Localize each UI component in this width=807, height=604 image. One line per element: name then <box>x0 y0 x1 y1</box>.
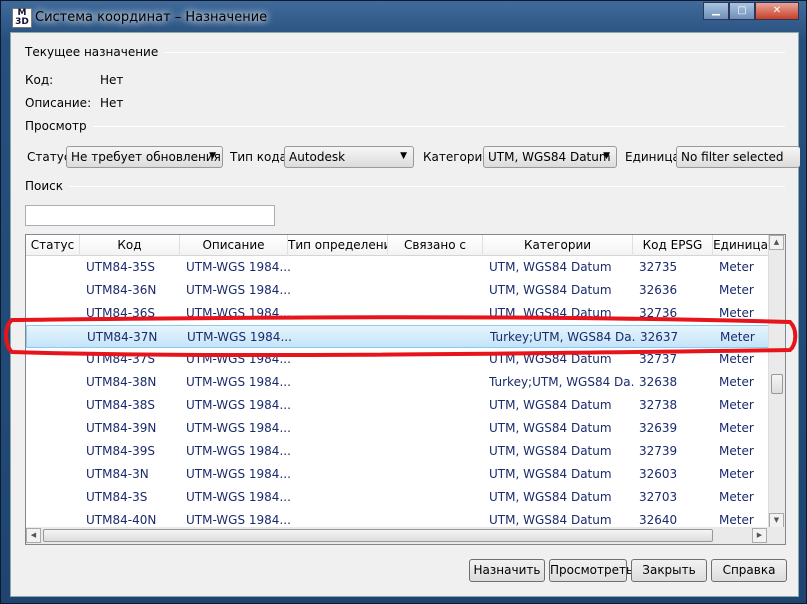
highlight-ellipse <box>4 315 798 358</box>
red-highlight-annotation <box>4 315 798 358</box>
